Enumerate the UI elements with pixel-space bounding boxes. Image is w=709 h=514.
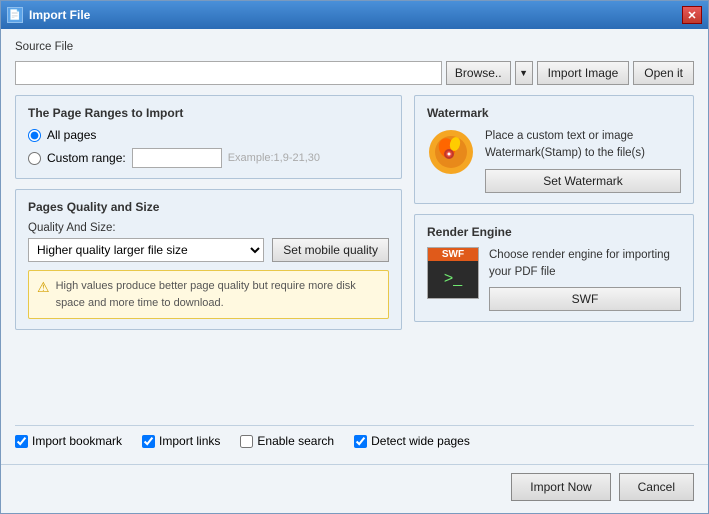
all-pages-label: All pages <box>47 128 96 142</box>
checkbox-bar: Import bookmark Import links Enable sear… <box>15 425 694 452</box>
set-watermark-button[interactable]: Set Watermark <box>485 169 681 193</box>
titlebar: 📄 Import File ✕ <box>1 1 708 29</box>
swf-terminal-icon: >_ <box>444 261 462 298</box>
browse-button[interactable]: Browse.. <box>446 61 511 85</box>
footer-bar: Import Now Cancel <box>1 464 708 513</box>
watermark-title: Watermark <box>427 106 681 120</box>
custom-range-input[interactable] <box>132 148 222 168</box>
swf-engine-button[interactable]: SWF <box>489 287 681 311</box>
open-it-button[interactable]: Open it <box>633 61 694 85</box>
watermark-text-area: Place a custom text or image Watermark(S… <box>485 128 681 193</box>
import-image-button[interactable]: Import Image <box>537 61 630 85</box>
dialog-content: Source File Browse.. ▼ Import Image Open… <box>1 29 708 464</box>
import-file-dialog: 📄 Import File ✕ Source File Browse.. ▼ I… <box>0 0 709 514</box>
quality-title: Pages Quality and Size <box>28 200 389 214</box>
watermark-box: Watermark <box>414 95 694 204</box>
enable-search-checkbox[interactable] <box>240 435 253 448</box>
import-bookmark-label: Import bookmark <box>32 434 122 448</box>
left-panel: The Page Ranges to Import All pages Cust… <box>15 95 402 415</box>
enable-search-label: Enable search <box>257 434 334 448</box>
range-example: Example:1,9-21,30 <box>228 152 320 164</box>
mobile-quality-button[interactable]: Set mobile quality <box>272 238 389 262</box>
all-pages-row: All pages <box>28 128 389 142</box>
window-icon: 📄 <box>7 7 23 23</box>
custom-range-row: Custom range: Example:1,9-21,30 <box>28 148 389 168</box>
import-bookmark-item: Import bookmark <box>15 434 122 448</box>
source-file-input[interactable] <box>15 61 442 85</box>
cancel-button[interactable]: Cancel <box>619 473 694 501</box>
swf-top-label: SWF <box>428 248 478 261</box>
quality-box: Pages Quality and Size Quality And Size:… <box>15 189 402 330</box>
main-body: The Page Ranges to Import All pages Cust… <box>15 95 694 415</box>
right-panel: Watermark <box>414 95 694 415</box>
render-engine-title: Render Engine <box>427 225 681 239</box>
page-ranges-box: The Page Ranges to Import All pages Cust… <box>15 95 402 179</box>
render-text-area: Choose render engine for importing your … <box>489 247 681 312</box>
swf-icon: SWF >_ <box>427 247 479 299</box>
browse-dropdown-button[interactable]: ▼ <box>515 61 533 85</box>
source-file-row: Browse.. ▼ Import Image Open it <box>15 61 694 85</box>
render-engine-box: Render Engine SWF >_ Choose render engin… <box>414 214 694 323</box>
custom-range-label: Custom range: <box>47 151 126 165</box>
import-links-checkbox[interactable] <box>142 435 155 448</box>
watermark-body: Place a custom text or image Watermark(S… <box>427 128 681 193</box>
import-bookmark-checkbox[interactable] <box>15 435 28 448</box>
quality-select[interactable]: Higher quality larger file size <box>28 238 264 262</box>
watermark-logo <box>427 128 475 176</box>
import-links-label: Import links <box>159 434 220 448</box>
warning-box: ⚠ High values produce better page qualit… <box>28 270 389 319</box>
import-now-button[interactable]: Import Now <box>511 473 610 501</box>
titlebar-left: 📄 Import File <box>7 7 90 23</box>
import-links-item: Import links <box>142 434 220 448</box>
enable-search-item: Enable search <box>240 434 334 448</box>
close-button[interactable]: ✕ <box>682 6 702 24</box>
detect-wide-item: Detect wide pages <box>354 434 470 448</box>
detect-wide-label: Detect wide pages <box>371 434 470 448</box>
render-body: SWF >_ Choose render engine for importin… <box>427 247 681 312</box>
warning-icon: ⚠ <box>37 279 50 296</box>
watermark-desc: Place a custom text or image Watermark(S… <box>485 128 681 163</box>
source-file-section: Source File Browse.. ▼ Import Image Open… <box>15 41 694 85</box>
source-file-label: Source File <box>15 41 694 53</box>
window-title: Import File <box>29 8 90 22</box>
detect-wide-checkbox[interactable] <box>354 435 367 448</box>
warning-text: High values produce better page quality … <box>56 278 380 311</box>
quality-row: Higher quality larger file size Set mobi… <box>28 238 389 262</box>
custom-range-radio[interactable] <box>28 152 41 165</box>
page-ranges-title: The Page Ranges to Import <box>28 106 389 120</box>
quality-sublabel: Quality And Size: <box>28 222 389 234</box>
all-pages-radio[interactable] <box>28 129 41 142</box>
render-desc: Choose render engine for importing your … <box>489 247 681 282</box>
